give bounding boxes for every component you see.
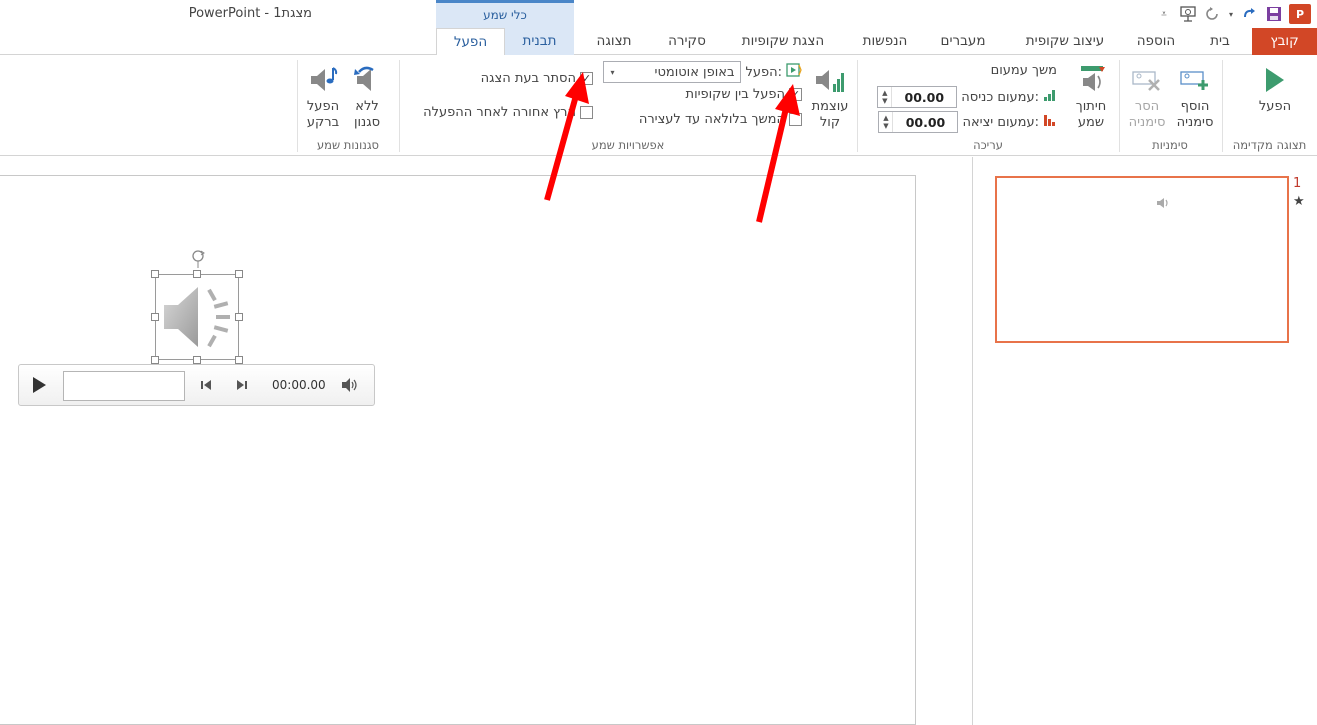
start-label: הפעל: — [745, 64, 782, 80]
audio-time: 00:00.00 — [272, 378, 326, 392]
audio-styles-group-label: סגנונות שמע — [316, 138, 380, 152]
spinner-arrows-icon[interactable]: ▲ ▼ — [878, 87, 893, 107]
remove-bookmark-button[interactable]: הסר סימניה — [1122, 63, 1172, 131]
dropdown-small-icon[interactable]: ▾ — [1227, 5, 1235, 23]
no-style-icon — [350, 63, 384, 97]
tab-slideshow[interactable]: הצגת שקופיות — [730, 28, 836, 55]
chevron-down-icon: ▾ — [610, 67, 615, 77]
audio-tools-header: כלי שמע — [436, 0, 574, 28]
bookmarks-group-label: סימניות — [1152, 138, 1188, 152]
trim-audio-icon — [1074, 63, 1108, 97]
tab-view[interactable]: תצוגה — [584, 28, 644, 55]
audio-player-bar: 00:00.00 — [18, 364, 375, 406]
editing-group-label: עריכה — [973, 138, 1003, 152]
customize-qat-icon[interactable]: ⩡ — [1155, 5, 1173, 23]
skip-back-icon[interactable] — [200, 379, 212, 395]
trim-audio-button[interactable]: חיתוך שמע — [1066, 63, 1116, 131]
audio-speaker-icon[interactable] — [158, 277, 238, 361]
no-style-label: ללא סגנון — [353, 99, 381, 130]
fade-out-stepper[interactable]: ▲ ▼ 00.00 — [878, 111, 959, 133]
tab-file[interactable]: קובץ — [1252, 28, 1317, 55]
slide-thumbnail[interactable] — [995, 176, 1289, 343]
ribbon-tabs: קובץ בית הוספה עיצוב שקופית מעברים הנפשו… — [0, 28, 1317, 56]
fade-out-row: עמעום יציאה: ▲ ▼ 00.00 — [878, 111, 1057, 133]
annotation-arrow-icon — [756, 84, 800, 223]
rotate-handle-icon[interactable] — [189, 248, 207, 272]
add-bookmark-label: הוסף סימניה — [1176, 99, 1214, 130]
play-in-background-button[interactable]: הפעל ברקע — [300, 63, 346, 131]
no-style-button[interactable]: ללא סגנון — [345, 63, 389, 131]
title-bar: PowerPoint - מצגת1 P ▾ ⩡ — [0, 0, 1317, 30]
quick-access-toolbar: P ▾ ⩡ — [1155, 0, 1317, 28]
tab-format[interactable]: תבנית — [505, 28, 574, 55]
animation-star-icon: ★ — [1293, 194, 1305, 209]
play-preview-button[interactable]: הפעל — [1240, 63, 1310, 115]
volume-icon — [813, 63, 847, 97]
play-preview-label: הפעל — [1258, 99, 1292, 114]
window-title: PowerPoint - מצגת1 — [188, 6, 312, 21]
tab-review[interactable]: סקירה — [656, 28, 718, 55]
start-icon — [786, 63, 802, 81]
play-in-background-label: הפעל ברקע — [306, 99, 340, 130]
undo-icon[interactable] — [1203, 5, 1221, 23]
ribbon: הפעל תצוגה מקדימה הוסף סימניה הסר סימניה… — [0, 55, 1317, 156]
preview-group-label: תצוגה מקדימה — [1232, 138, 1307, 152]
presentation-icon[interactable] — [1179, 5, 1197, 23]
volume-label: עוצמת קול — [811, 99, 849, 130]
tab-insert[interactable]: הוספה — [1124, 28, 1188, 55]
add-bookmark-button[interactable]: הוסף סימניה — [1170, 63, 1220, 131]
slide-number: 1 — [1293, 176, 1302, 191]
fade-in-icon — [1043, 88, 1057, 106]
fade-in-label: עמעום כניסה: — [961, 89, 1039, 105]
fade-out-label: עמעום יציאה: — [962, 114, 1039, 130]
trim-audio-label: חיתוך שמע — [1075, 99, 1107, 130]
audio-selection-frame[interactable] — [151, 270, 243, 364]
fade-duration-heading: משך עמעום — [991, 63, 1057, 78]
fade-in-row: עמעום כניסה: ▲ ▼ 00.00 — [877, 86, 1057, 108]
play-icon[interactable] — [31, 376, 47, 398]
play-icon — [1258, 63, 1292, 97]
thumbnail-pane-divider[interactable] — [972, 157, 973, 725]
remove-bookmark-label: הסר סימניה — [1128, 99, 1166, 130]
powerpoint-logo-icon[interactable]: P — [1289, 4, 1311, 24]
skip-forward-icon[interactable] — [236, 379, 248, 395]
tab-design[interactable]: עיצוב שקופית — [1012, 28, 1118, 55]
redo-icon[interactable] — [1241, 5, 1259, 23]
tab-transitions[interactable]: מעברים — [930, 28, 996, 55]
fade-duration-label: משך עמעום — [990, 63, 1057, 78]
remove-bookmark-icon — [1130, 63, 1164, 97]
add-bookmark-icon — [1178, 63, 1212, 97]
tab-home[interactable]: בית — [1196, 28, 1244, 55]
start-row: הפעל: באופן אוטומטי ▾ — [603, 61, 802, 83]
volume-button[interactable]: עוצמת קול — [805, 63, 855, 131]
fade-out-value[interactable]: 00.00 — [893, 115, 957, 130]
start-dropdown-value: באופן אוטומטי — [654, 64, 735, 80]
tab-playback[interactable]: הפעל — [436, 28, 505, 56]
speaker-icon — [1155, 196, 1171, 214]
fade-in-stepper[interactable]: ▲ ▼ 00.00 — [877, 86, 958, 108]
play-in-background-icon — [306, 63, 340, 97]
start-dropdown[interactable]: באופן אוטומטי ▾ — [603, 61, 742, 83]
fade-in-value[interactable]: 00.00 — [892, 90, 956, 105]
audio-progress-bar[interactable] — [63, 371, 185, 401]
fade-out-icon — [1043, 113, 1057, 131]
spinner-arrows-icon[interactable]: ▲ ▼ — [879, 112, 894, 132]
volume-icon[interactable] — [341, 377, 359, 397]
slide-canvas[interactable] — [0, 175, 916, 725]
tab-animations[interactable]: הנפשות — [850, 28, 920, 55]
save-icon[interactable] — [1265, 5, 1283, 23]
annotation-arrow-icon — [544, 72, 589, 201]
